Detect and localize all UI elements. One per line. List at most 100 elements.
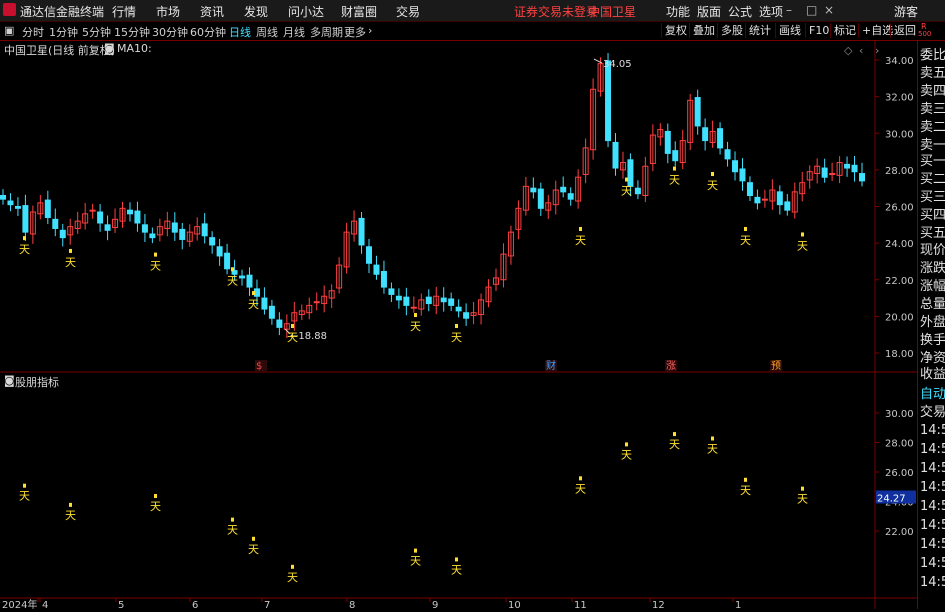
side-change-pct[interactable]: 涨幅 [920, 278, 945, 296]
candle-body-23 [171, 222, 178, 233]
candle-body-2 [14, 206, 21, 209]
candle-body-3 [22, 205, 29, 233]
menu-layout[interactable]: 版面 [697, 3, 721, 20]
candle-body-104 [776, 191, 783, 206]
side-wei-bi[interactable]: 委比 [920, 47, 945, 65]
side-trade[interactable]: 交易 [920, 404, 945, 422]
menu-trade[interactable]: 交易 [396, 3, 420, 20]
more-chevron-icon[interactable]: › [368, 24, 372, 37]
restore-icon[interactable]: □ [806, 3, 817, 17]
side-buy1[interactable]: 买一 [920, 153, 945, 171]
main-marker-dot-12 [744, 226, 747, 231]
menu-market[interactable]: 市场 [156, 3, 180, 20]
candle-body-8 [59, 229, 66, 239]
candle-body-33 [246, 274, 253, 288]
toolbar-menu-icon[interactable]: ▣ [4, 24, 14, 37]
side-sell3[interactable]: 卖三 [920, 101, 945, 119]
side-turnover[interactable]: 换手 [920, 332, 945, 350]
side-buy2[interactable]: 买二 [920, 171, 945, 189]
side-outer[interactable]: 外盘 [920, 314, 945, 332]
side-change[interactable]: 涨跌 [920, 260, 945, 278]
x-label-1: 4 [42, 600, 48, 609]
main-marker-0: 天 [19, 243, 30, 256]
sub-marker-1: 天 [65, 509, 76, 522]
candle-body-113 [844, 163, 851, 169]
period-intraday[interactable]: 分时 [22, 24, 44, 40]
btn-overlay[interactable]: 叠加 [689, 23, 718, 38]
menu-options[interactable]: 选项 [759, 3, 783, 20]
candle-body-115 [859, 173, 865, 182]
expand-icon[interactable]: › [875, 44, 879, 57]
period-weekly[interactable]: 周线 [256, 24, 278, 40]
period-15min[interactable]: 15分钟 [114, 24, 150, 40]
close-icon[interactable]: × [824, 3, 834, 17]
y-tick-label-sub-1: 28.00 [885, 439, 914, 450]
sub-marker-3: 天 [227, 524, 238, 537]
side-time-4: 14:5 [920, 480, 945, 495]
menu-discover[interactable]: 发现 [244, 3, 268, 20]
side-earnings[interactable]: 收益 [920, 366, 945, 384]
side-volume[interactable]: 总量 [920, 296, 945, 314]
btn-statistics[interactable]: 统计 [745, 23, 774, 38]
period-multi[interactable]: 多周期 [310, 24, 343, 40]
period-daily[interactable]: 日线 [229, 24, 251, 40]
period-monthly[interactable]: 月线 [283, 24, 305, 40]
sub-marker-dot-8 [579, 476, 582, 481]
collapse-icon[interactable]: ‹ [859, 44, 863, 57]
main-marker-3: 天 [227, 274, 238, 287]
login-warning[interactable]: 证券交易未登录 [514, 3, 598, 20]
minimize-icon[interactable]: – [786, 3, 792, 17]
menu-xiaoda[interactable]: 问小达 [288, 3, 324, 20]
sub-marker-11: 天 [707, 443, 718, 456]
x-label-9: 12 [652, 600, 665, 609]
sub-toggle-icon[interactable]: ◙ [4, 374, 15, 387]
side-buy3[interactable]: 买三 [920, 189, 945, 207]
menu-function[interactable]: 功能 [666, 3, 690, 20]
main-marker-9: 天 [621, 185, 632, 198]
y-tick-label-main-1: 32.00 [885, 93, 914, 104]
side-buy5[interactable]: 买五 [920, 225, 945, 243]
candle-body-14 [104, 224, 111, 231]
y-tick-label-main-5: 24.00 [885, 239, 914, 250]
chart-svg[interactable]: 34.00 32.00 30.00 28.00 26.00 24.00 22.00 20.00… [0, 41, 917, 611]
btn-f10[interactable]: F10 [805, 23, 832, 38]
btn-adjust[interactable]: 复权 [661, 23, 690, 38]
side-sell2[interactable]: 卖二 [920, 119, 945, 137]
candle-body-111 [829, 173, 836, 176]
side-auto[interactable]: 自动 [920, 386, 945, 404]
diamond-icon[interactable]: ◇ [844, 44, 852, 57]
period-more[interactable]: 更多 [344, 24, 366, 40]
btn-mark[interactable]: 标记 [830, 23, 859, 38]
side-sell4[interactable]: 卖四 [920, 83, 945, 101]
candle-body-12 [89, 209, 96, 212]
candle-body-54 [403, 296, 410, 306]
menu-news[interactable]: 资讯 [200, 3, 224, 20]
candle-body-50 [373, 264, 380, 275]
candle-body-27 [201, 223, 208, 237]
ma-toggle-icon[interactable]: ◙ [104, 42, 115, 55]
candle-body-93 [694, 97, 701, 127]
guest-login[interactable]: 游客 [894, 3, 918, 20]
main-marker-11: 天 [707, 179, 718, 192]
menu-formula[interactable]: 公式 [728, 3, 752, 20]
app-title: 通达信金融终端 [20, 5, 105, 19]
period-5min[interactable]: 5分钟 [82, 24, 111, 40]
candle-body-60 [448, 298, 455, 306]
btn-draw[interactable]: 画线 [775, 23, 804, 38]
btn-back[interactable]: 返回 [890, 23, 919, 38]
candle-body-100 [746, 182, 753, 197]
side-sell5[interactable]: 卖五 [920, 65, 945, 83]
btn-multi-stock[interactable]: 多股 [717, 23, 746, 38]
period-60min[interactable]: 60分钟 [190, 24, 226, 40]
period-30min[interactable]: 30分钟 [152, 24, 188, 40]
candle-body-35 [261, 297, 268, 310]
menu-wealth-circle[interactable]: 财富圈 [341, 3, 377, 20]
period-1min[interactable]: 1分钟 [49, 24, 78, 40]
kline-chart-area[interactable]: 34.00 32.00 30.00 28.00 26.00 24.00 22.00 20.00… [0, 41, 917, 611]
side-buy4[interactable]: 买四 [920, 207, 945, 225]
y-tick-label-main-4: 26.00 [885, 203, 914, 214]
candle-body-102 [761, 198, 768, 201]
menu-quotes[interactable]: 行情 [112, 3, 136, 20]
side-price[interactable]: 现价 [920, 242, 945, 260]
candle-body-19 [141, 224, 148, 233]
